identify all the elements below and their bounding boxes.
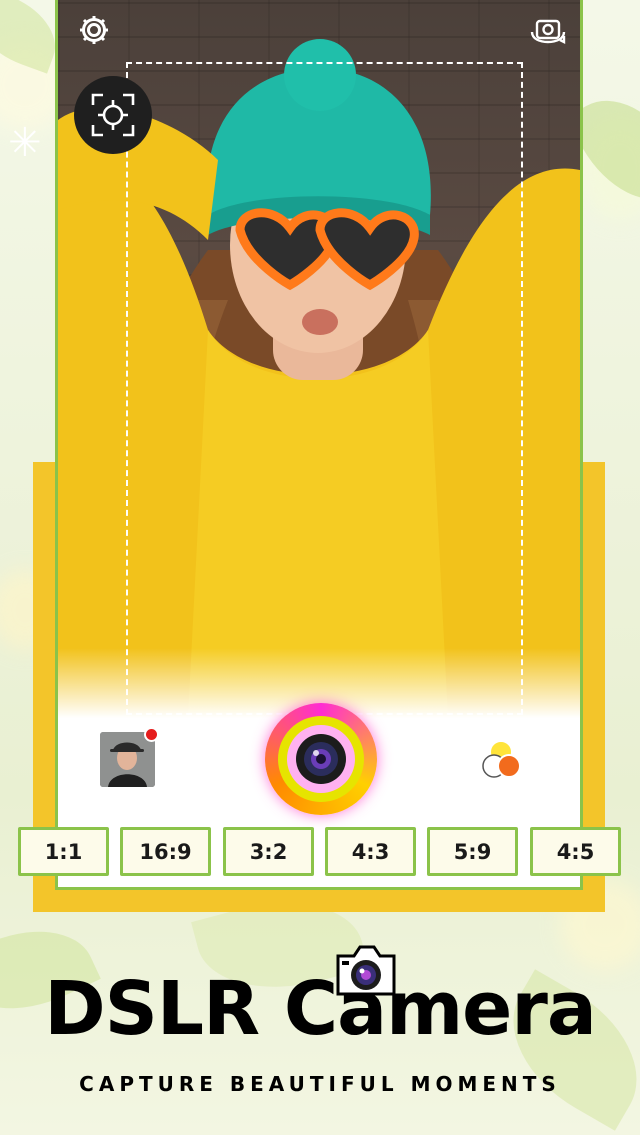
camera-flip-icon — [530, 19, 566, 44]
ratio-5-9-button[interactable]: 5:9 — [427, 827, 518, 876]
camera-viewfinder[interactable] — [58, 0, 580, 718]
settings-button[interactable] — [76, 12, 112, 48]
focus-button[interactable] — [74, 76, 152, 154]
aspect-ratio-bar: 1:1 16:9 3:2 4:3 5:9 4:5 — [0, 827, 640, 877]
ratio-3-2-button[interactable]: 3:2 — [223, 827, 314, 876]
ratio-1-1-button[interactable]: 1:1 — [18, 827, 109, 876]
ratio-4-3-button[interactable]: 4:3 — [325, 827, 416, 876]
app-title: DSLR Camera — [44, 966, 597, 1052]
color-filters-icon — [482, 740, 521, 778]
shutter-inner-ring — [287, 725, 355, 793]
filters-button[interactable] — [480, 735, 530, 783]
focus-target-icon — [91, 93, 135, 137]
camera-screen — [55, 0, 583, 890]
shutter-button[interactable] — [265, 703, 377, 815]
flip-camera-button[interactable] — [528, 14, 568, 48]
shutter-lens-icon — [296, 734, 346, 784]
ratio-4-5-button[interactable]: 4:5 — [530, 827, 621, 876]
camera-icon — [336, 945, 396, 996]
new-photo-badge — [144, 727, 159, 742]
ratio-16-9-button[interactable]: 16:9 — [120, 827, 211, 876]
gear-icon — [80, 16, 108, 44]
camera-logo — [332, 942, 400, 1000]
app-tagline: CAPTURE BEAUTIFUL MOMENTS — [79, 1072, 561, 1096]
sparkle-icon: ✳ — [8, 120, 42, 166]
shutter-outer-ring — [278, 716, 364, 802]
crop-frame[interactable] — [126, 62, 523, 715]
